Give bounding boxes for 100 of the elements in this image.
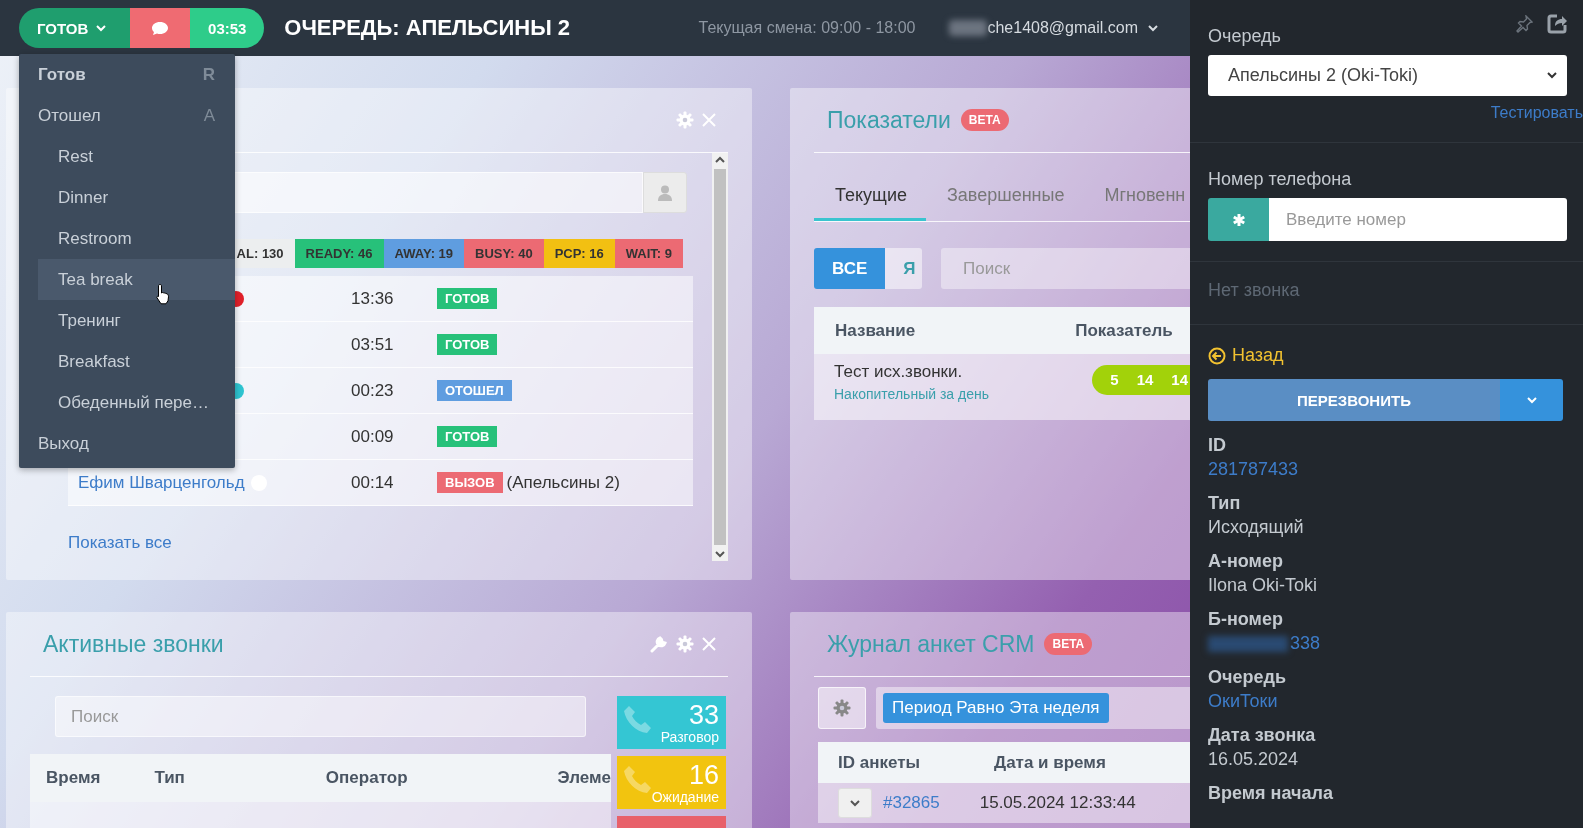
caret-icon [96,24,107,32]
chat-icon [151,20,170,36]
settings-icon[interactable] [676,111,694,129]
close-icon[interactable] [702,637,716,651]
status-badge: ГОТОВ [437,288,498,309]
status-time: 00:23 [351,380,395,401]
field-label: Номер телефона [1208,168,1353,190]
filter-chip[interactable]: Период Равно Эта неделя [883,693,1109,723]
status-badge: ОТОШЕЛ [437,380,512,401]
caret-icon [1526,396,1537,404]
filter-toggle[interactable]: ВСЕ [814,248,886,289]
detail-label: Тип [1208,493,1242,514]
scroll-down-icon [715,551,725,558]
menu-item[interactable]: Отошел A [19,95,235,136]
callback-button[interactable]: ПЕРЕЗВОНИТЬ [1208,379,1500,421]
column-header: ID анкеты [838,752,921,773]
menu-item[interactable]: Обеденный пере… [38,382,235,423]
detail-link[interactable]: 281787433 [1208,459,1567,480]
detail-label: А-номер [1208,551,1284,572]
status-counter[interactable]: WAIT: 9 [614,239,683,268]
column-header: Оператор [325,768,408,788]
queue-name: (Апельсины 2) [506,472,620,493]
queue-title: ОЧЕРЕДЬ: АПЕЛЬСИНЫ 2 [284,15,571,41]
status-counter[interactable]: AWAY: 19 [383,239,465,268]
chat-button[interactable] [130,8,191,48]
shift-text: Текущая смена: 09:00 - 18:00 [698,19,916,37]
menu-item[interactable]: Выход [19,423,235,464]
status-time: 13:36 [351,288,395,309]
panel-title: Показатели [827,106,951,134]
tab[interactable]: Мгновенн [1083,185,1190,221]
callback-options-button[interactable] [1500,379,1563,421]
beta-badge: BETA [960,109,1009,131]
column-header: Тип [154,768,185,788]
wrench-icon[interactable] [650,635,668,653]
close-icon[interactable] [702,113,716,127]
detail-link[interactable]: 338 [1290,633,1321,654]
queue-select[interactable]: Апельсины 2 (Oki-Toki) [1208,55,1567,96]
column-header: Название [835,320,916,341]
settings-button[interactable] [818,687,866,729]
metric-values: 5 14 14 [1092,365,1190,395]
column-header: Дата и время [994,752,1106,773]
test-link[interactable]: Тестировать [1208,104,1583,122]
call-status: Нет звонка [1208,279,1301,302]
detail-label: Время начала [1208,783,1334,804]
menu-item[interactable]: Dinner [38,177,235,218]
status-counter[interactable]: READY: 46 [294,239,384,268]
settings-icon[interactable] [676,635,694,653]
account-email: che1408@gmail.com [987,19,1138,37]
user-filter-button[interactable] [643,172,687,213]
expand-button[interactable] [838,788,872,818]
metric-name: Тест исх.звонки. [834,362,964,382]
column-header: Элеме [557,768,612,788]
detail-label: Б-номер [1208,609,1284,630]
metric-subtitle[interactable]: Накопительный за день [834,386,1012,402]
form-id-link[interactable]: #32865 [883,793,940,813]
status-time: 03:51 [351,334,395,355]
search-field[interactable]: Поиск [55,696,586,737]
menu-item[interactable]: Breakfast [38,341,235,382]
status-time: 00:14 [351,472,395,493]
pin-icon[interactable] [1515,15,1533,33]
filter-toggle[interactable]: Я [885,248,922,289]
tab[interactable]: Текущие [814,185,926,221]
exit-icon[interactable] [1547,14,1567,34]
menu-item[interactable]: Tea break [38,259,235,300]
field-label: Очередь [1208,25,1282,47]
filter-field[interactable]: Период Равно Эта неделя [876,687,1190,729]
asterisk-icon [1231,212,1246,227]
caret-icon [850,799,860,807]
account-menu[interactable]: che1408@gmail.com [949,19,1158,37]
panel-title: Журнал анкет CRM [827,630,1035,658]
status-button[interactable]: ГОТОВ [19,8,131,48]
agent-name[interactable]: Ефим Шварценгольд [78,472,245,493]
detail-value: Ilona Oki-Toki [1208,575,1319,596]
column-header: Время [46,768,101,788]
detail-label: Очередь [1208,667,1287,688]
column-header: Показатель [1075,320,1173,341]
scrollbar[interactable] [712,153,728,561]
beta-badge: BETA [1044,633,1093,655]
status-badge: ГОТОВ [437,426,498,447]
status-badge: ГОТОВ [437,334,498,355]
status-timer: 03:53 [190,8,265,48]
detail-value: Исходящий [1208,517,1305,538]
status-badge: ВЫЗОВ [437,472,503,493]
tab[interactable]: Завершенные [925,185,1084,221]
detail-label: Дата звонка [1208,725,1317,746]
phone-input[interactable]: Введите номер [1269,198,1567,241]
menu-item[interactable]: Rest [38,136,235,177]
dialpad-button[interactable] [1208,198,1269,241]
back-link[interactable]: Назад [1208,345,1567,366]
settings-icon[interactable] [833,699,851,717]
caret-icon [1148,24,1158,32]
status-time: 00:09 [351,426,395,447]
status-counter[interactable]: BUSY: 40 [464,239,544,268]
menu-item[interactable]: Готов R [19,54,235,95]
user-icon [658,184,672,201]
menu-item[interactable]: Тренинг [38,300,235,341]
show-all-link[interactable]: Показать все [68,533,172,553]
hand-cursor-icon [155,283,171,305]
status-counter[interactable]: PCP: 16 [543,239,615,268]
detail-link[interactable]: ОкиТоки [1208,691,1567,712]
